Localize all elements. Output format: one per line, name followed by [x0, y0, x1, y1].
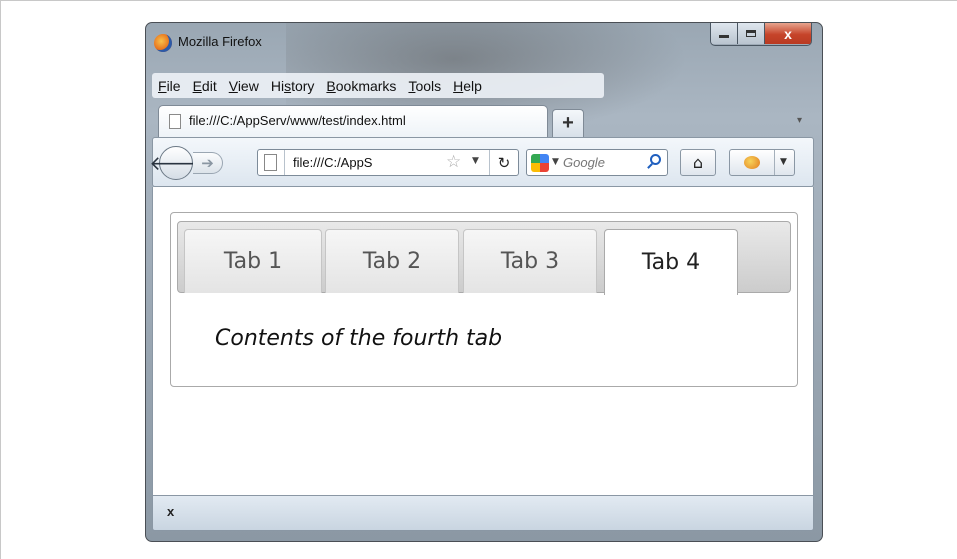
tab-1[interactable]: Tab 1	[184, 229, 322, 293]
menu-tools-label: ools	[415, 77, 442, 94]
menu-file-mnemonic: F	[158, 77, 167, 94]
minimize-button[interactable]	[711, 23, 738, 44]
bookmark-star-icon[interactable]: ☆	[446, 152, 461, 172]
page-content: Tab 1 Tab 2 Tab 3 Tab 4 Contents of the …	[152, 187, 814, 495]
addon-button[interactable]: ▼	[729, 149, 795, 176]
addon-divider	[774, 150, 775, 175]
menu-file[interactable]: File	[152, 78, 187, 94]
browser-tab-active[interactable]: file:///C:/AppServ/www/test/index.html	[158, 105, 548, 137]
tab-2[interactable]: Tab 2	[325, 229, 459, 293]
google-engine-icon[interactable]	[531, 154, 549, 172]
close-button[interactable]: x	[765, 23, 811, 44]
search-engine-dropdown-icon[interactable]: ▼	[552, 157, 559, 167]
menu-edit[interactable]: Edit	[187, 78, 223, 94]
home-icon: ⌂	[692, 153, 704, 172]
reload-icon: ↻	[497, 153, 511, 172]
menu-view[interactable]: View	[223, 78, 265, 94]
menu-history-label: tory	[291, 77, 315, 94]
back-button[interactable]: 🡐	[149, 146, 203, 180]
maximize-icon	[746, 30, 756, 37]
url-input[interactable]: file:///C:/AppS	[293, 155, 372, 170]
url-divider	[284, 150, 285, 175]
url-history-dropdown-icon[interactable]: ▼	[472, 156, 479, 166]
firefox-window: Mozilla Firefox x File Edit View History…	[145, 22, 823, 542]
reload-button[interactable]: ↻	[489, 150, 518, 175]
menu-view-label: iew	[237, 77, 259, 94]
menu-bookmarks-mnemonic: B	[326, 77, 336, 94]
menu-edit-label: dit	[201, 77, 217, 94]
menu-view-mnemonic: V	[228, 77, 238, 94]
window-title: Mozilla Firefox	[178, 34, 262, 49]
menu-edit-mnemonic: E	[192, 77, 202, 94]
menu-file-label: ile	[166, 77, 181, 94]
menu-bar: File Edit View History Bookmarks Tools H…	[152, 73, 604, 98]
menu-history-mnemonic: s	[284, 77, 292, 94]
menu-help-mnemonic: H	[453, 77, 464, 94]
menu-help[interactable]: Help	[447, 78, 488, 94]
magnifier-icon[interactable]	[650, 154, 661, 165]
browser-tab-title: file:///C:/AppServ/www/test/index.html	[189, 113, 406, 128]
site-identity-icon	[264, 154, 277, 171]
minimize-icon	[719, 35, 729, 38]
title-bar: Mozilla Firefox x	[146, 23, 822, 63]
tab-3[interactable]: Tab 3	[463, 229, 597, 293]
tab-4[interactable]: Tab 4	[604, 229, 738, 295]
window-controls: x	[710, 23, 812, 46]
firefox-logo-icon	[154, 34, 172, 52]
menu-help-label: elp	[463, 77, 482, 94]
status-close-button[interactable]: x	[167, 504, 174, 519]
forward-button[interactable]: ➔	[193, 152, 223, 174]
navigation-toolbar: 🡐 ➔ file:///C:/AppS ☆ ▼ ↻ ▼ Google ⌂ ▼	[149, 137, 814, 187]
firebug-icon	[744, 156, 760, 169]
status-bar: x	[152, 495, 814, 531]
tabs-widget: Tab 1 Tab 2 Tab 3 Tab 4 Contents of the …	[170, 212, 798, 387]
search-input[interactable]: Google	[563, 155, 605, 170]
menu-bookmarks-label: ookmarks	[335, 77, 397, 94]
close-icon: x	[784, 25, 792, 42]
new-tab-button[interactable]: +	[552, 109, 584, 137]
menu-tools[interactable]: Tools	[402, 78, 447, 94]
menu-history-prefix: Hi	[270, 77, 285, 94]
home-button[interactable]: ⌂	[680, 149, 716, 176]
maximize-button[interactable]	[738, 23, 765, 44]
search-bar[interactable]: ▼ Google	[526, 149, 668, 176]
tabs-header: Tab 1 Tab 2 Tab 3 Tab 4	[177, 221, 791, 295]
tab-panel-text: Contents of the fourth tab	[215, 326, 503, 351]
list-all-tabs-icon[interactable]: ▾	[797, 115, 802, 126]
menu-bookmarks[interactable]: Bookmarks	[320, 78, 402, 94]
menu-history[interactable]: History	[265, 78, 321, 94]
forward-arrow-icon: ➔	[201, 154, 214, 172]
page-icon	[169, 114, 181, 129]
url-bar[interactable]: file:///C:/AppS ☆ ▼ ↻	[257, 149, 519, 176]
addon-dropdown-icon[interactable]: ▼	[780, 157, 787, 167]
